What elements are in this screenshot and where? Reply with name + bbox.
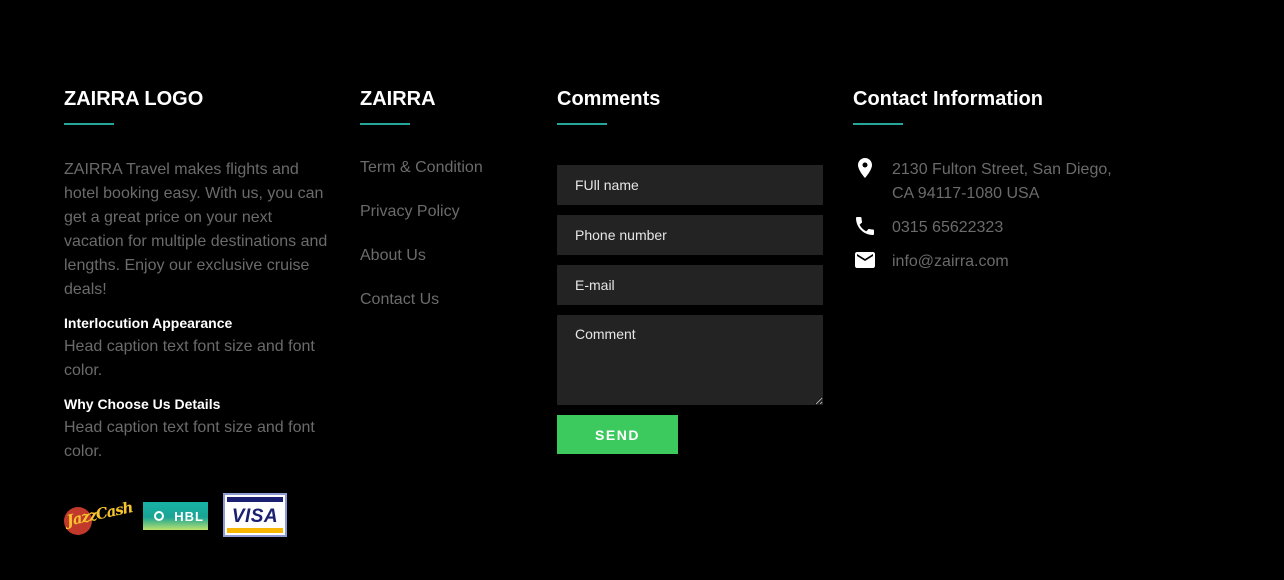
contact-list: 2130 Fulton Street, San Diego, CA 94117-… bbox=[853, 158, 1153, 274]
link-contact[interactable]: Contact Us bbox=[360, 290, 540, 310]
jazzcash-label: JazzCash bbox=[64, 498, 135, 530]
contact-heading: Contact Information bbox=[853, 88, 1043, 110]
heading-underline bbox=[360, 123, 410, 125]
section-title: Interlocution Appearance bbox=[64, 315, 233, 331]
email-input[interactable] bbox=[557, 265, 823, 305]
jazzcash-logo: JazzCash bbox=[64, 493, 134, 537]
heading-underline bbox=[64, 123, 114, 125]
section-text: Head caption text font size and font col… bbox=[64, 419, 315, 460]
link-terms[interactable]: Term & Condition bbox=[360, 158, 540, 178]
comment-form: SEND bbox=[557, 165, 823, 454]
about-description: ZAIRRA Travel makes flights and hotel bo… bbox=[64, 161, 328, 298]
section-title: Why Choose Us Details bbox=[64, 396, 221, 412]
address-line-2: CA 94117-1080 USA bbox=[892, 185, 1040, 202]
contact-address: 2130 Fulton Street, San Diego, CA 94117-… bbox=[853, 158, 1153, 206]
heading-underline bbox=[853, 123, 903, 125]
email-address[interactable]: info@zairra.com bbox=[892, 250, 1009, 274]
comments-column: Comments SEND bbox=[557, 87, 823, 454]
comments-heading: Comments bbox=[557, 88, 661, 110]
fullname-input[interactable] bbox=[557, 165, 823, 205]
links-column: ZAIRRA Term & Condition Privacy Policy A… bbox=[360, 87, 540, 334]
link-about[interactable]: About Us bbox=[360, 246, 540, 266]
heading-underline bbox=[557, 123, 607, 125]
site-footer: ZAIRRA LOGO ZAIRRA Travel makes flights … bbox=[0, 0, 1284, 580]
visa-label: VISA bbox=[231, 506, 279, 527]
send-button[interactable]: SEND bbox=[557, 415, 678, 454]
hbl-logo: HBL bbox=[143, 502, 208, 530]
section-text: Head caption text font size and font col… bbox=[64, 338, 315, 379]
contact-phone: 0315 65622323 bbox=[853, 216, 1153, 240]
phone-input[interactable] bbox=[557, 215, 823, 255]
contact-email: info@zairra.com bbox=[853, 250, 1153, 274]
visa-logo: VISA bbox=[223, 493, 287, 537]
comment-textarea[interactable] bbox=[557, 315, 823, 405]
phone-icon bbox=[856, 217, 874, 235]
about-heading: ZAIRRA LOGO bbox=[64, 88, 204, 110]
hbl-label: HBL bbox=[174, 508, 204, 524]
footer-links: Term & Condition Privacy Policy About Us… bbox=[360, 158, 540, 310]
address-line-1: 2130 Fulton Street, San Diego, bbox=[892, 161, 1112, 178]
links-heading: ZAIRRA bbox=[360, 88, 436, 110]
payment-methods: JazzCash HBL VISA bbox=[64, 493, 302, 537]
about-column: ZAIRRA LOGO ZAIRRA Travel makes flights … bbox=[64, 87, 334, 464]
contact-column: Contact Information 2130 Fulton Street, … bbox=[853, 87, 1153, 284]
location-pin-icon bbox=[858, 158, 872, 178]
phone-number[interactable]: 0315 65622323 bbox=[892, 216, 1003, 240]
link-privacy[interactable]: Privacy Policy bbox=[360, 202, 540, 222]
mail-icon bbox=[855, 252, 875, 268]
